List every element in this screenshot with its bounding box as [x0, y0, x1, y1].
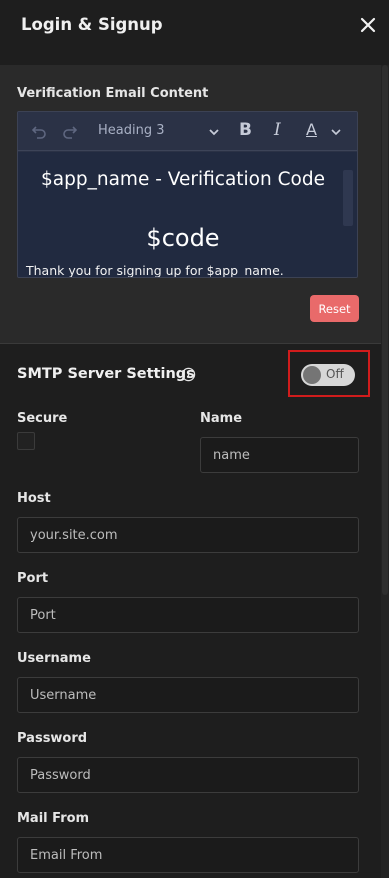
name-input[interactable] [200, 437, 359, 473]
editor-toolbar: Heading 3 B I A [18, 112, 357, 151]
mail-from-label: Mail From [17, 811, 90, 826]
email-code-text: $code [146, 224, 220, 252]
color-chevron-icon[interactable] [326, 122, 346, 142]
verification-email-label: Verification Email Content [17, 86, 209, 101]
name-label: Name [200, 411, 243, 426]
email-heading-text: $app_name - Verification Code [41, 169, 325, 190]
password-input[interactable] [17, 757, 359, 793]
undo-icon[interactable] [28, 122, 48, 142]
password-label: Password [17, 731, 88, 746]
toggle-label: Off [326, 367, 344, 381]
username-label: Username [17, 651, 91, 666]
smtp-settings-title: SMTP Server Settings [17, 366, 195, 382]
host-input[interactable] [17, 517, 359, 553]
smtp-toggle[interactable]: Off [301, 364, 355, 386]
chevron-down-icon[interactable] [204, 122, 224, 142]
close-button[interactable] [358, 15, 378, 35]
rich-text-editor[interactable]: Heading 3 B I A $app_name - Verification… [17, 111, 358, 278]
redo-icon[interactable] [61, 122, 81, 142]
modal-header: Login & Signup [0, 0, 389, 53]
section-divider [0, 343, 389, 344]
text-color-button[interactable]: A [306, 120, 317, 139]
mail-from-input[interactable] [17, 837, 359, 873]
email-body-text: Thank you for signing up for $app_name. [26, 263, 284, 278]
port-input[interactable] [17, 597, 359, 633]
italic-button[interactable]: I [274, 120, 281, 140]
panel-scrollbar-thumb[interactable] [382, 65, 388, 595]
toggle-knob [303, 366, 321, 384]
host-label: Host [17, 491, 51, 506]
reset-button[interactable]: Reset [310, 295, 359, 322]
heading-select[interactable]: Heading 3 [98, 123, 165, 138]
close-icon [360, 17, 376, 33]
port-label: Port [17, 571, 49, 586]
username-input[interactable] [17, 677, 359, 713]
secure-checkbox[interactable] [17, 432, 35, 450]
editor-content-area[interactable]: $app_name - Verification Code $code Than… [18, 152, 357, 278]
info-icon[interactable] [181, 367, 196, 382]
bold-button[interactable]: B [239, 120, 252, 140]
editor-scrollbar[interactable] [343, 170, 353, 226]
modal-title: Login & Signup [21, 15, 163, 34]
secure-label: Secure [17, 411, 68, 426]
